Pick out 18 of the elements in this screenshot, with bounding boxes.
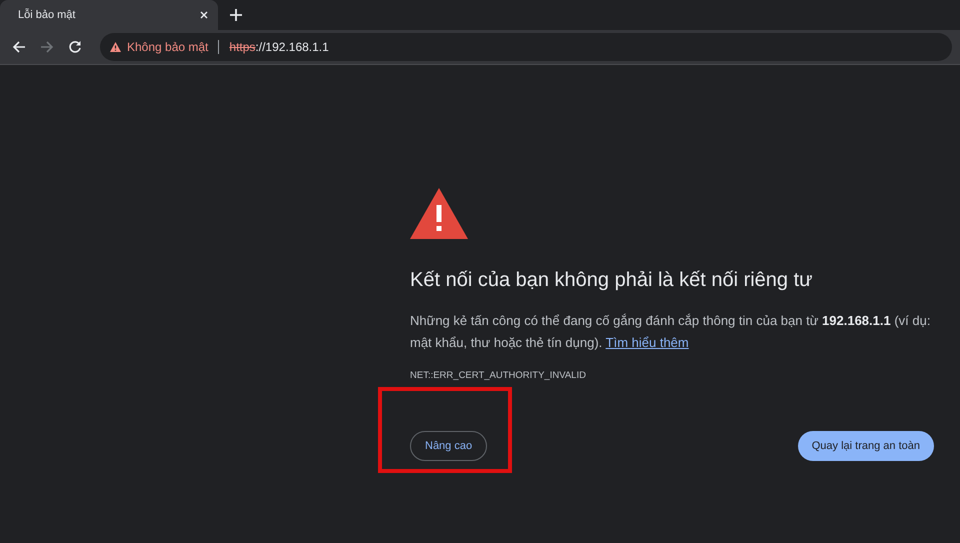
warning-icon xyxy=(410,188,468,239)
address-bar[interactable]: Không bảo mật https://192.168.1.1 xyxy=(100,33,952,61)
learn-more-link[interactable]: Tìm hiểu thêm xyxy=(606,335,689,350)
page-title: Kết nối của bạn không phải là kết nối riêng tư xyxy=(410,269,814,292)
plus-icon[interactable] xyxy=(230,9,242,21)
reload-icon[interactable] xyxy=(68,40,82,54)
error-message: Những kẻ tấn công có thể đang cố gắng đánh cắp thông tin của bạn từ 192.168.1.1 (ví dụ: mật khẩu, thư hoặc thẻ tín dụng). Tìm hiểu thêm xyxy=(410,312,932,352)
url-text: ://192.168.1.1 xyxy=(255,40,329,54)
advanced-button[interactable]: Nâng cao xyxy=(410,431,488,461)
close-icon[interactable] xyxy=(200,11,208,19)
back-arrow-icon[interactable] xyxy=(12,40,26,54)
error-code: NET::ERR_CERT_AUTHORITY_INVALID xyxy=(410,370,586,381)
back-to-safety-button[interactable]: Quay lại trang an toàn xyxy=(798,431,934,461)
forward-arrow-icon[interactable] xyxy=(40,40,54,54)
warning-icon xyxy=(110,42,121,52)
url-scheme: https xyxy=(229,40,256,54)
browser-tab[interactable]: Lỗi bảo mật xyxy=(0,0,218,30)
security-label[interactable]: Không bảo mật xyxy=(127,40,208,54)
